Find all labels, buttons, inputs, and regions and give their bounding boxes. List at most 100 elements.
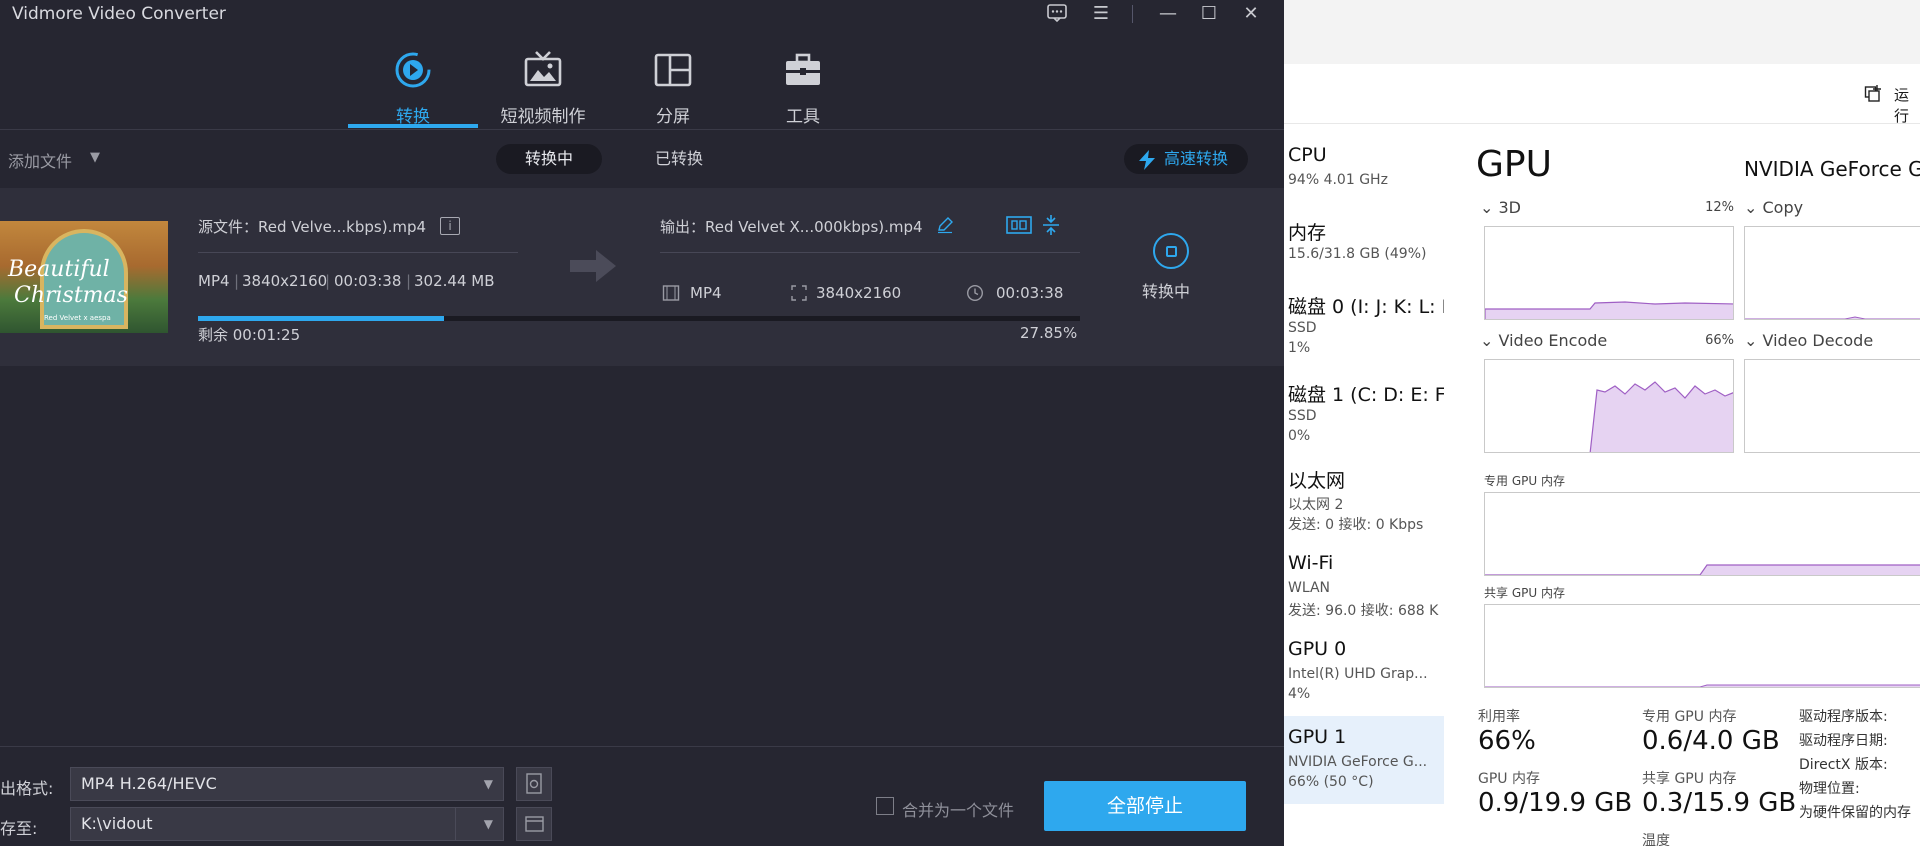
engine-copy-label[interactable]: ⌄ Copy bbox=[1744, 198, 1803, 217]
add-file-button[interactable]: 添加文件 bbox=[8, 148, 72, 172]
stop-all-button[interactable]: 全部停止 bbox=[1044, 781, 1246, 831]
graph-dedicated-line bbox=[1485, 564, 1920, 575]
engine-copy-name: Copy bbox=[1762, 198, 1804, 217]
dedicated-memory-stat-label: 专用 GPU 内存 bbox=[1642, 709, 1737, 725]
hardware-reserved-label: 为硬件保留的内存 bbox=[1799, 805, 1911, 821]
shared-memory-label: 共享 GPU 内存 bbox=[1484, 586, 1565, 600]
tab-tools[interactable]: 工具 bbox=[738, 50, 868, 128]
graph-dedicated-memory bbox=[1484, 492, 1920, 576]
temperature-label: 温度 bbox=[1642, 833, 1670, 846]
stop-task-button[interactable] bbox=[1153, 233, 1189, 269]
sidebar-item-name: Wi-Fi bbox=[1288, 552, 1334, 574]
sidebar-item-disk1[interactable]: 磁盘 1 (C: D: E: F: SSD 0% bbox=[1284, 380, 1444, 460]
run-task-label[interactable]: 运行 bbox=[1894, 84, 1920, 126]
tab-split-screen[interactable]: 分屏 bbox=[608, 50, 738, 128]
sidebar-item-detail: SSD bbox=[1288, 408, 1317, 424]
clock-icon bbox=[966, 284, 984, 302]
thumbnail-subtitle: Red Velvet x aespa bbox=[44, 314, 111, 322]
dedicated-memory-label: 专用 GPU 内存 bbox=[1484, 474, 1565, 488]
graph-shared-line bbox=[1485, 684, 1920, 687]
sidebar-item-disk0[interactable]: 磁盘 0 (I: J: K: L: I SSD 1% bbox=[1284, 292, 1444, 372]
run-task-icon[interactable] bbox=[1864, 84, 1882, 102]
vidmore-window: Vidmore Video Converter ☰ — ☐ ✕ 转换 短视频制作… bbox=[0, 0, 1284, 846]
sidebar-item-memory[interactable]: 内存 15.6/31.8 GB (49%) bbox=[1284, 218, 1444, 282]
enhance-icon[interactable] bbox=[1006, 214, 1032, 236]
app-title: Vidmore Video Converter bbox=[12, 4, 226, 24]
title-bar: Vidmore Video Converter ☰ — ☐ ✕ bbox=[0, 0, 1284, 30]
sidebar-item-gpu1[interactable]: GPU 1 NVIDIA GeForce G... 66% (50 °C) bbox=[1284, 716, 1444, 804]
merge-checkbox[interactable] bbox=[876, 797, 894, 815]
sidebar-item-wifi[interactable]: Wi-Fi WLAN 发送: 96.0 接收: 688 K bbox=[1284, 552, 1444, 632]
graph-encode-line bbox=[1589, 381, 1733, 452]
sidebar-item-gpu0[interactable]: GPU 0 Intel(R) UHD Grap... 4% bbox=[1284, 638, 1444, 718]
sidebar-item-cpu[interactable]: CPU 94% 4.01 GHz bbox=[1284, 144, 1444, 208]
graph-video-encode bbox=[1484, 359, 1734, 453]
dedicated-memory-stat-value: 0.6/4.0 GB bbox=[1642, 726, 1780, 756]
chevron-down-icon[interactable]: ▼ bbox=[90, 150, 100, 165]
minimize-button[interactable]: — bbox=[1155, 3, 1181, 25]
graph-3d-line bbox=[1485, 301, 1733, 319]
arrow-right-icon bbox=[570, 250, 616, 282]
sidebar-item-name: 磁盘 0 (I: J: K: L: I bbox=[1288, 296, 1444, 318]
resize-icon bbox=[791, 285, 807, 301]
close-button[interactable]: ✕ bbox=[1238, 3, 1264, 25]
output-format-value: MP4 H.264/HEVC bbox=[81, 774, 217, 793]
output-format-select[interactable]: MP4 H.264/HEVC ▼ bbox=[70, 767, 504, 801]
toolbox-icon bbox=[786, 53, 820, 85]
engine-decode-label[interactable]: ⌄ Video Decode bbox=[1744, 331, 1873, 350]
video-thumbnail[interactable]: Beautiful Christmas Red Velvet x aespa bbox=[0, 221, 168, 333]
fast-convert-button[interactable]: 高速转换 bbox=[1124, 144, 1248, 174]
menu-icon[interactable]: ☰ bbox=[1088, 3, 1114, 25]
format-settings-button[interactable] bbox=[516, 767, 552, 801]
output-resolution: 3840x2160 bbox=[816, 284, 902, 302]
progress-percent: 27.85% bbox=[1020, 324, 1078, 342]
tab-convert[interactable]: 转换 bbox=[348, 50, 478, 128]
edit-icon[interactable] bbox=[936, 216, 954, 234]
thumbnail-title-1: Beautiful bbox=[8, 257, 110, 282]
info-icon[interactable]: i bbox=[440, 217, 460, 235]
sidebar-item-detail: 15.6/31.8 GB (49%) bbox=[1288, 246, 1427, 262]
task-manager-window: 运行 CPU 94% 4.01 GHz 内存 15.6/31.8 GB (49%… bbox=[1284, 0, 1920, 846]
compress-icon[interactable] bbox=[1042, 214, 1060, 236]
engine-3d-label[interactable]: ⌄ 3D bbox=[1480, 198, 1521, 217]
sidebar-item-detail: 4% bbox=[1288, 686, 1311, 702]
output-filename: 输出：Red Velvet X...000kbps).mp4 bbox=[660, 218, 923, 236]
tab-converted[interactable]: 已转换 bbox=[626, 144, 732, 174]
tab-short-video[interactable]: 短视频制作 bbox=[478, 50, 608, 128]
stop-icon bbox=[1166, 246, 1177, 257]
task-row: Beautiful Christmas Red Velvet x aespa 源… bbox=[0, 188, 1284, 366]
source-divider bbox=[198, 252, 518, 253]
open-folder-button[interactable] bbox=[516, 807, 552, 841]
physical-location-label: 物理位置: bbox=[1799, 781, 1860, 797]
save-to-label: 存至: bbox=[0, 819, 38, 838]
bottom-bar: 出格式: MP4 H.264/HEVC ▼ 存至: K:\vidout ▼ 合并… bbox=[0, 746, 1284, 846]
sidebar-item-detail: SSD bbox=[1288, 320, 1317, 336]
output-format-label: 出格式: bbox=[0, 779, 54, 798]
sidebar-item-detail: 66% (50 °C) bbox=[1288, 774, 1374, 790]
sidebar-item-detail: 0% bbox=[1288, 428, 1311, 444]
sidebar-item-name: 内存 bbox=[1288, 222, 1327, 244]
sidebar-item-detail: 发送: 0 接收: 0 Kbps bbox=[1288, 517, 1424, 533]
gpu-memory-label: GPU 内存 bbox=[1478, 771, 1540, 787]
settings-icon bbox=[526, 773, 542, 794]
driver-version-label: 驱动程序版本: bbox=[1799, 709, 1888, 725]
tab-tools-label: 工具 bbox=[786, 107, 820, 127]
shared-memory-stat-value: 0.3/15.9 GB bbox=[1642, 788, 1797, 818]
output-divider bbox=[660, 252, 1080, 253]
lightning-icon bbox=[1139, 150, 1155, 170]
convert-icon bbox=[395, 52, 431, 88]
save-path-value: K:\vidout bbox=[81, 814, 153, 833]
sidebar-item-detail: 94% 4.01 GHz bbox=[1288, 172, 1388, 188]
engine-encode-label[interactable]: ⌄ Video Encode bbox=[1480, 331, 1607, 350]
tv-icon bbox=[524, 51, 562, 87]
tab-short-video-label: 短视频制作 bbox=[500, 107, 586, 127]
utilization-label: 利用率 bbox=[1478, 709, 1520, 725]
feedback-icon[interactable] bbox=[1044, 3, 1070, 25]
maximize-button[interactable]: ☐ bbox=[1196, 3, 1222, 25]
engine-encode-percent: 66% bbox=[1705, 333, 1734, 348]
titlebar-divider bbox=[1132, 5, 1133, 23]
sidebar-item-detail: Intel(R) UHD Grap... bbox=[1288, 666, 1428, 682]
tab-converting[interactable]: 转换中 bbox=[496, 144, 602, 174]
sidebar-item-ethernet[interactable]: 以太网 以太网 2 发送: 0 接收: 0 Kbps bbox=[1284, 466, 1444, 546]
save-path-select[interactable]: K:\vidout ▼ bbox=[70, 807, 504, 841]
